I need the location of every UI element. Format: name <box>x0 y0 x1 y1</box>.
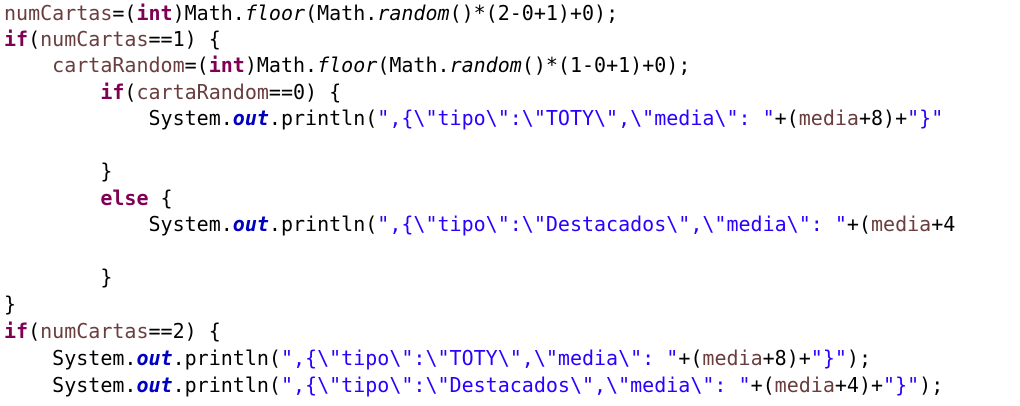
field-token: out <box>136 346 173 370</box>
string-token: ",{\"tipo\":\"Destacados\",\"media\": " <box>280 373 751 397</box>
code-token: } <box>4 265 113 289</box>
variable-token: cartaRandom <box>52 53 185 77</box>
string-token: "}" <box>883 373 920 397</box>
variable-token: media <box>798 106 859 130</box>
keyword-token: int <box>208 53 245 77</box>
string-token: "}" <box>810 346 847 370</box>
code-token: ); <box>846 346 872 370</box>
keyword-token: int <box>136 1 173 25</box>
variable-token: media <box>702 346 763 370</box>
method-token: random <box>377 1 450 25</box>
code-token: )Math. <box>172 1 245 25</box>
keyword-token: else <box>100 186 149 210</box>
code-line-8[interactable]: else { <box>4 185 173 211</box>
code-token: ()*(1-0+1)+0); <box>521 53 691 77</box>
code-token: +4)+ <box>834 373 884 397</box>
code-editor[interactable]: numCartas=(int)Math.floor(Math.random()*… <box>0 0 1020 406</box>
code-token: .println( <box>268 212 378 236</box>
code-token: +( <box>774 106 799 130</box>
field-token: out <box>136 373 173 397</box>
code-token: System. <box>4 212 233 236</box>
code-line-15[interactable]: System.out.println(",{\"tipo\":\"Destaca… <box>4 372 943 398</box>
code-token: )Math. <box>244 53 318 77</box>
code-line-2[interactable]: if(numCartas==1) { <box>4 26 221 52</box>
code-token: +( <box>678 346 703 370</box>
code-token: .println( <box>268 106 378 130</box>
code-token: } <box>4 292 17 316</box>
code-line-4[interactable]: if(cartaRandom==0) { <box>4 79 341 105</box>
code-line-12[interactable]: } <box>4 291 16 317</box>
code-token: (Math. <box>305 1 378 25</box>
keyword-token: if <box>4 319 29 343</box>
keyword-token: if <box>4 27 29 51</box>
code-line-7[interactable]: } <box>4 158 112 184</box>
code-token: { <box>148 186 173 210</box>
method-token: floor <box>317 53 378 77</box>
code-token: +8)+ <box>858 106 908 130</box>
method-token: random <box>449 53 522 77</box>
keyword-token: if <box>100 80 125 104</box>
code-token: ( <box>124 80 137 104</box>
code-token: System. <box>4 106 233 130</box>
code-line-13[interactable]: if(numCartas==2) { <box>4 318 221 344</box>
code-token: ( <box>28 319 41 343</box>
method-token: floor <box>244 1 306 25</box>
variable-token: numCartas <box>4 1 113 25</box>
variable-token: cartaRandom <box>136 80 269 104</box>
code-token: ); <box>919 373 944 397</box>
code-token: ( <box>28 27 41 51</box>
code-token: .println( <box>172 373 281 397</box>
variable-token: numCartas <box>40 27 149 51</box>
code-token: ()*(2-0+1)+0); <box>449 1 619 25</box>
code-token: ==0) { <box>268 80 342 104</box>
code-token: ==2) { <box>148 319 221 343</box>
string-token: ",{\"tipo\":\"TOTY\",\"media\": " <box>377 106 775 130</box>
code-token: +8)+ <box>762 346 811 370</box>
code-token: +4 <box>931 212 956 236</box>
code-token: System. <box>4 373 137 397</box>
code-token: } <box>4 159 113 183</box>
string-token: ",{\"tipo\":\"Destacados\",\"media\": " <box>377 212 847 236</box>
variable-token: media <box>774 373 835 397</box>
code-token: =( <box>112 1 137 25</box>
code-token: ==1) { <box>148 27 221 51</box>
code-line-5[interactable]: System.out.println(",{\"tipo\":\"TOTY\",… <box>4 105 943 131</box>
field-token: out <box>232 212 269 236</box>
string-token: ",{\"tipo\":\"TOTY\",\"media\": " <box>280 346 679 370</box>
code-token: +( <box>750 373 775 397</box>
code-token: =( <box>184 53 209 77</box>
string-token: "}" <box>907 106 944 130</box>
code-line-14[interactable]: System.out.println(",{\"tipo\":\"TOTY\",… <box>4 345 871 371</box>
code-line-11[interactable]: } <box>4 264 112 290</box>
code-token: .println( <box>172 346 281 370</box>
variable-token: numCartas <box>40 319 149 343</box>
code-line-3[interactable]: cartaRandom=(int)Math.floor(Math.random(… <box>4 52 690 78</box>
code-token: +( <box>846 212 871 236</box>
code-token: System. <box>4 346 137 370</box>
code-line-9[interactable]: System.out.println(",{\"tipo\":\"Destaca… <box>4 211 955 237</box>
code-token: (Math. <box>377 53 450 77</box>
code-line-1[interactable]: numCartas=(int)Math.floor(Math.random()*… <box>4 0 618 26</box>
variable-token: media <box>870 212 932 236</box>
field-token: out <box>232 106 269 130</box>
